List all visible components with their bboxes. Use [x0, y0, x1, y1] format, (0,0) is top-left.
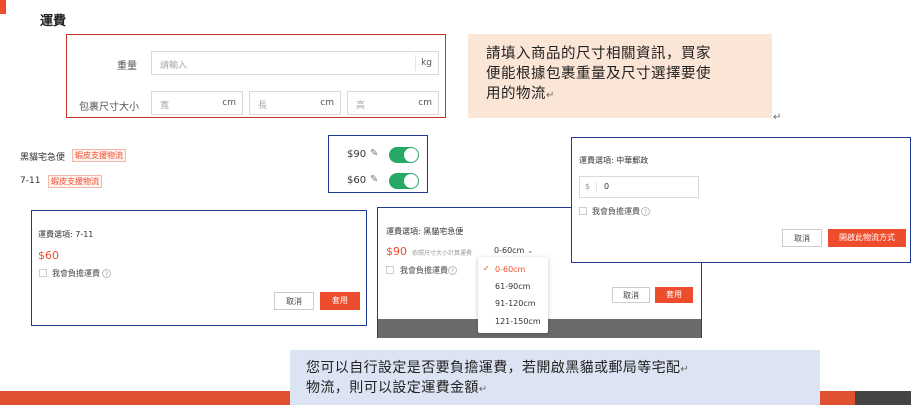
help-icon[interactable]: ?	[102, 269, 111, 278]
size-select[interactable]: 0-60cm ⌄	[494, 246, 534, 255]
size-option[interactable]: 91-120cm	[495, 299, 536, 308]
note-bottom-line-2: 物流，則可以設定運費金額	[306, 380, 479, 396]
dimensions-panel: 重量 請輸入 kg 包裹尺寸大小 寬 cm 長 cm 高 cm	[66, 34, 446, 118]
note-line-3: 用的物流	[486, 86, 546, 102]
toggle-711[interactable]	[389, 173, 419, 189]
height-unit: cm	[418, 98, 432, 108]
check-icon: ✓	[483, 264, 490, 273]
weight-input[interactable]: 請輸入 kg	[151, 51, 439, 75]
unit-divider	[415, 55, 416, 71]
price-cat: $90	[347, 149, 367, 160]
size-select-value: 0-60cm	[494, 246, 525, 255]
toggle-knob	[404, 148, 418, 162]
length-placeholder: 寬	[160, 101, 170, 111]
size-option[interactable]: 121-150cm	[495, 317, 541, 326]
weight-placeholder: 請輸入	[160, 61, 188, 71]
bear-shipping-label: 我會負擔運費	[592, 207, 640, 216]
bear-shipping-label: 我會負擔運費	[52, 269, 100, 278]
dialog-post: 運費選項: 中華郵政 $ 0 我會負擔運費 ? 取消 開啟此物流方式	[571, 137, 911, 263]
weight-label: 重量	[117, 61, 137, 72]
shipping-fee-input[interactable]: $ 0	[579, 176, 699, 198]
bear-shipping-label: 我會負擔運費	[400, 266, 448, 275]
return-mark: ↵	[680, 364, 690, 375]
carrier-tag-711: 蝦皮支援物流	[48, 175, 102, 188]
corner-accent	[0, 0, 6, 14]
help-icon[interactable]: ?	[641, 207, 650, 216]
bear-shipping-checkbox[interactable]	[386, 266, 394, 274]
size-info-note: 請填入商品的尺寸相關資訊，買家 便能根據包裹重量及尺寸選擇要使 用的物流↵	[468, 34, 772, 118]
width-input[interactable]: 長 cm	[249, 91, 341, 115]
cancel-button[interactable]: 取消	[612, 287, 650, 303]
edit-pencil-icon[interactable]: ✎	[370, 148, 378, 159]
carrier-toggles-box: $90 ✎ $60 ✎	[328, 135, 428, 193]
chevron-down-icon: ⌄	[526, 246, 534, 255]
dialog-711: 運費選項: 7-11 $60 我會負擔運費 ? 取消 套用	[31, 210, 367, 326]
bear-shipping-checkbox[interactable]	[39, 269, 47, 277]
stray-return-mark: ↵	[773, 112, 782, 123]
length-input[interactable]: 寬 cm	[151, 91, 243, 115]
height-placeholder: 高	[356, 101, 366, 111]
currency-symbol: $	[585, 182, 591, 191]
cancel-button[interactable]: 取消	[782, 229, 822, 247]
size-dropdown: ✓ 0-60cm 61-90cm 91-120cm 121-150cm	[478, 257, 548, 333]
package-size-label: 包裹尺寸大小	[79, 102, 139, 113]
return-mark: ↵	[546, 90, 555, 101]
carrier-name-cat: 黑貓宅急便	[20, 153, 66, 163]
dialog-711-title: 運費選項: 7-11	[38, 230, 94, 239]
apply-button[interactable]: 套用	[655, 287, 693, 303]
cancel-button[interactable]: 取消	[274, 292, 314, 310]
dialog-post-title: 運費選項: 中華郵政	[579, 156, 649, 165]
note-line-1: 請填入商品的尺寸相關資訊，買家	[486, 46, 711, 62]
weight-unit: kg	[421, 58, 432, 68]
note-bottom-line-1: 您可以自行設定是否要負擔運費，若開啟黑貓或郵局等宅配	[306, 360, 681, 376]
fee-value: 0	[604, 182, 610, 191]
section-title: 運費	[40, 14, 67, 29]
enable-carrier-button[interactable]: 開啟此物流方式	[828, 229, 906, 247]
currency-divider	[596, 181, 597, 193]
price-711: $60	[347, 175, 367, 186]
width-unit: cm	[320, 98, 334, 108]
help-icon[interactable]: ?	[448, 266, 457, 275]
edit-pencil-icon[interactable]: ✎	[370, 174, 378, 185]
return-mark: ↵	[478, 384, 488, 395]
length-unit: cm	[222, 98, 236, 108]
apply-button[interactable]: 套用	[320, 292, 360, 310]
size-option[interactable]: 61-90cm	[495, 282, 530, 291]
note-line-2: 便能根據包裹重量及尺寸選擇要使	[486, 66, 711, 82]
toggle-cat[interactable]	[389, 147, 419, 163]
dialog-711-price: $60	[38, 249, 59, 262]
dialog-cat-price: $90	[386, 245, 407, 258]
dialog-cat-title: 運費選項: 黑貓宅急便	[386, 227, 464, 236]
bear-shipping-checkbox[interactable]	[579, 207, 587, 215]
size-option[interactable]: 0-60cm	[495, 265, 525, 274]
carrier-tag-cat: 蝦皮支援物流	[72, 149, 126, 162]
shipping-fee-note: 您可以自行設定是否要負擔運費，若開啟黑貓或郵局等宅配↵ 物流，則可以設定運費金額…	[290, 350, 820, 405]
toggle-knob	[404, 174, 418, 188]
carrier-name-711: 7-11	[20, 176, 41, 186]
height-input[interactable]: 高 cm	[347, 91, 439, 115]
size-calc-hint: 依照尺寸大小計算運費	[412, 250, 473, 257]
width-placeholder: 長	[258, 101, 268, 111]
bottom-dark-block	[855, 391, 911, 405]
